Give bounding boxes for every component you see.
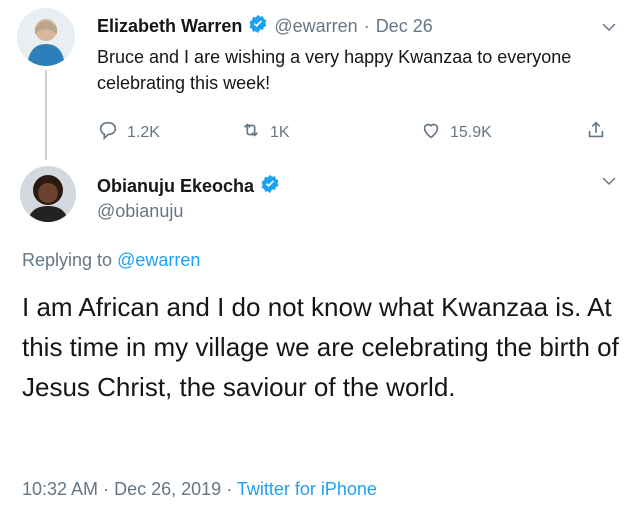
- reply-button[interactable]: 1.2K: [97, 119, 160, 146]
- thread-connector-line: [45, 70, 47, 160]
- tweet-text: I am African and I do not know what Kwan…: [22, 292, 619, 402]
- tweet2-header: Obianuju Ekeocha: [97, 174, 280, 199]
- verified-badge-icon: [260, 174, 280, 199]
- author-name[interactable]: Elizabeth Warren: [97, 16, 242, 37]
- share-button[interactable]: [585, 119, 607, 146]
- tweet-date[interactable]: Dec 26: [376, 16, 433, 37]
- replying-to-link[interactable]: @ewarren: [117, 250, 200, 270]
- meta-separator: ·: [363, 16, 370, 36]
- tweet-source[interactable]: Twitter for iPhone: [237, 479, 377, 499]
- like-count: 15.9K: [450, 123, 492, 141]
- tweet-text: Bruce and I are wishing a very happy Kwa…: [97, 47, 572, 93]
- share-icon: [585, 119, 607, 146]
- tweet-actions: 1.2K 1K 15.9K: [97, 119, 627, 145]
- retweet-icon: [240, 119, 262, 146]
- like-button[interactable]: 15.9K: [420, 119, 492, 146]
- chevron-down-icon[interactable]: [600, 172, 618, 195]
- chevron-down-icon[interactable]: [600, 18, 618, 41]
- tweet-footer: 10:32 AM · Dec 26, 2019 · Twitter for iP…: [22, 479, 377, 500]
- tweet1-header: Elizabeth Warren @ewarren · Dec 26: [97, 14, 433, 39]
- retweet-button[interactable]: 1K: [240, 119, 290, 146]
- avatar-elizabeth-warren[interactable]: [17, 8, 75, 66]
- author-name[interactable]: Obianuju Ekeocha: [97, 176, 254, 197]
- heart-icon: [420, 119, 442, 146]
- avatar-obianuju-ekeocha[interactable]: [20, 166, 76, 222]
- meta-separator: ·: [103, 479, 110, 499]
- tweet-date[interactable]: Dec 26, 2019: [114, 479, 221, 499]
- author-handle[interactable]: @ewarren: [274, 16, 357, 37]
- replying-to: Replying to @ewarren: [22, 250, 200, 271]
- retweet-count: 1K: [270, 123, 290, 141]
- reply-icon: [97, 119, 119, 146]
- author-handle[interactable]: @obianuju: [97, 201, 183, 222]
- reply-count: 1.2K: [127, 123, 160, 141]
- meta-separator: ·: [226, 479, 233, 499]
- verified-badge-icon: [248, 14, 268, 39]
- replying-prefix: Replying to: [22, 250, 113, 270]
- tweet-time[interactable]: 10:32 AM: [22, 479, 98, 499]
